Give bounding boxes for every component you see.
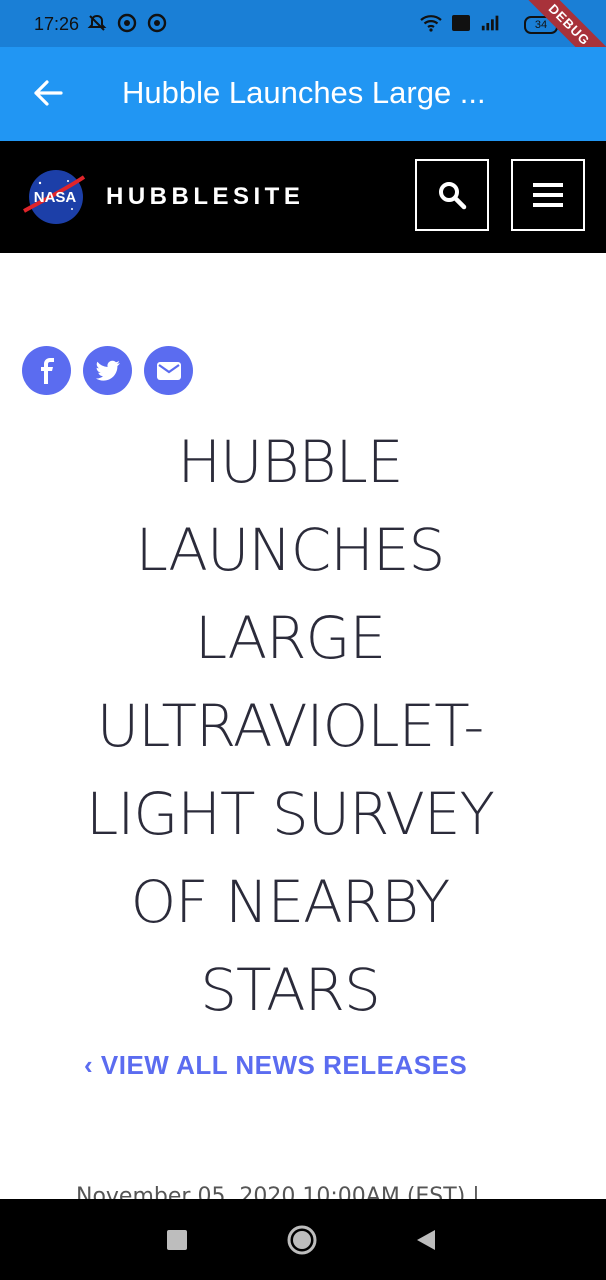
nav-back-button[interactable]: [407, 1221, 445, 1259]
status-system-icons: [420, 12, 502, 34]
status-time: 17:26: [34, 14, 80, 34]
nasa-logo[interactable]: NASA: [22, 169, 86, 225]
site-name: HUBBLESITE: [106, 183, 305, 210]
battery-level: 34: [534, 19, 548, 31]
app-bar: Hubble Launches Large ...: [0, 47, 606, 141]
headline-line: ULTRAVIOLET-: [96, 692, 485, 760]
back-button[interactable]: [26, 71, 70, 115]
headline-line: LAUNCHES: [135, 516, 446, 584]
status-notification-icons: [86, 12, 168, 34]
email-icon: [156, 361, 181, 380]
headline-line: HUBBLE: [177, 428, 404, 496]
status-bar: 17:26 34 DEBUG: [0, 0, 606, 47]
app-notification-icon: [116, 12, 138, 34]
debug-banner: DEBUG: [508, 0, 606, 47]
recents-icon: [167, 1230, 187, 1250]
app-notification-icon: [146, 12, 168, 34]
wifi-icon: [420, 12, 442, 34]
volte-icon: [450, 12, 472, 34]
view-all-news-releases-link[interactable]: ‹ VIEW ALL NEWS RELEASES: [84, 1050, 467, 1081]
notifications-off-icon: [86, 12, 108, 34]
menu-icon: [533, 183, 563, 207]
signal-icon: [480, 12, 502, 34]
arrow-left-icon: [34, 80, 63, 106]
search-button[interactable]: [415, 159, 489, 231]
facebook-share-button[interactable]: [22, 346, 71, 395]
menu-button[interactable]: [511, 159, 585, 231]
home-button[interactable]: [283, 1221, 321, 1259]
home-icon: [287, 1225, 317, 1255]
search-icon: [439, 182, 467, 210]
article-headline: HUBBLE LAUNCHES LARGE ULTRAVIOLET- LIGHT…: [40, 418, 540, 1034]
system-nav-bar: [0, 1199, 606, 1280]
nasa-logo-text: NASA: [34, 189, 77, 206]
site-header: NASA HUBBLESITE: [0, 141, 606, 253]
back-icon: [417, 1230, 435, 1250]
headline-line: OF NEARBY: [130, 868, 451, 936]
recents-button[interactable]: [158, 1221, 196, 1259]
app-bar-title: Hubble Launches Large ...: [122, 75, 486, 110]
twitter-icon: [95, 360, 120, 381]
headline-line: LARGE: [194, 604, 386, 672]
share-buttons: [22, 346, 193, 395]
headline-line: LIGHT SURVEY: [86, 780, 495, 848]
headline-line: STARS: [200, 956, 381, 1024]
email-share-button[interactable]: [144, 346, 193, 395]
twitter-share-button[interactable]: [83, 346, 132, 395]
facebook-icon: [40, 357, 54, 384]
